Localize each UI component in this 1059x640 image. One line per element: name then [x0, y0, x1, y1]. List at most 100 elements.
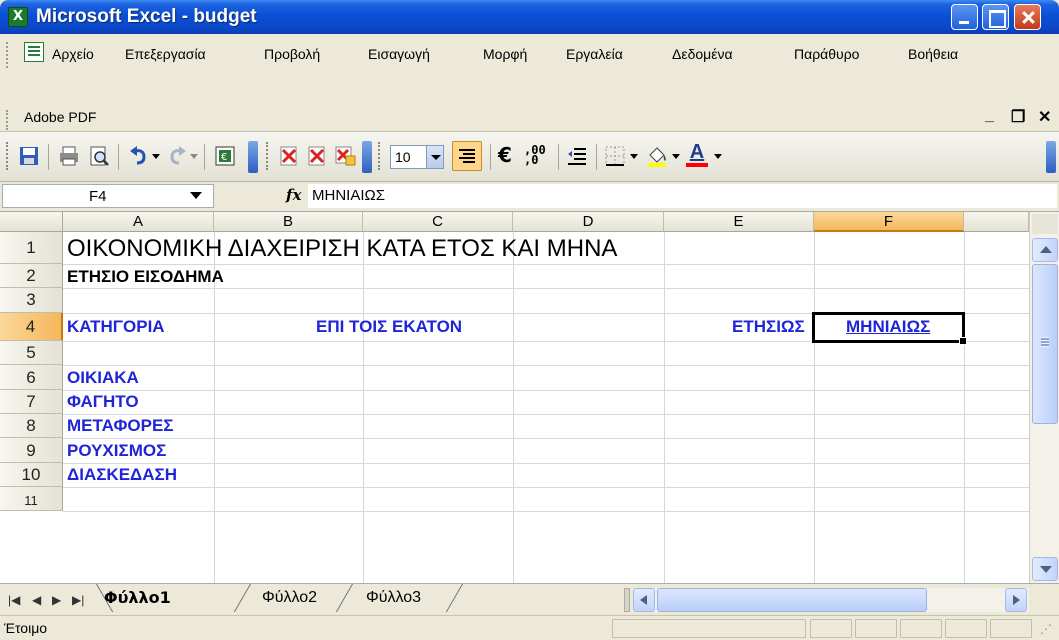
vertical-split-box[interactable] — [1032, 214, 1058, 234]
sheet-tab-3[interactable]: Φύλλο3 — [366, 589, 421, 607]
name-box-dropdown-icon[interactable] — [190, 192, 202, 199]
column-header-g[interactable] — [964, 212, 1029, 232]
sheet-tab-1[interactable]: Φύλλο1 — [104, 588, 171, 607]
name-box[interactable]: F4 — [2, 184, 214, 208]
row-header-5[interactable]: 5 — [0, 341, 63, 365]
undo-dropdown-icon[interactable] — [152, 154, 160, 159]
column-header-b[interactable]: B — [214, 212, 363, 232]
row-header-1[interactable]: 1 — [0, 232, 63, 264]
scroll-left-button[interactable] — [633, 588, 655, 612]
increase-decimal-icon[interactable]: ,00,0 — [524, 144, 546, 166]
horizontal-scroll-thumb[interactable] — [657, 588, 927, 612]
cell-a9[interactable]: ΡΟΥΧΙΣΜΟΣ — [67, 441, 166, 461]
active-cell-outline[interactable] — [812, 312, 965, 343]
excel-app-icon[interactable] — [8, 7, 28, 27]
font-color-dropdown-icon[interactable] — [714, 154, 722, 159]
toolbar-grip[interactable] — [6, 142, 8, 170]
first-sheet-icon[interactable]: |◀ — [8, 593, 20, 607]
row-header-7[interactable]: 7 — [0, 390, 63, 414]
menu-insert[interactable]: Εισαγωγή — [368, 46, 430, 62]
decrease-indent-icon[interactable] — [566, 145, 588, 167]
doc-close-icon[interactable]: ✕ — [1038, 107, 1051, 127]
minimize-button[interactable] — [951, 4, 978, 30]
next-sheet-icon[interactable]: ▶ — [52, 593, 61, 607]
redo-dropdown-icon[interactable] — [190, 154, 198, 159]
row-header-2[interactable]: 2 — [0, 264, 63, 288]
row-header-6[interactable]: 6 — [0, 365, 63, 390]
menu-file[interactable]: Αρχείο — [52, 46, 94, 62]
pdf-toolbar-chevron-icon[interactable] — [362, 141, 372, 173]
cell-a2[interactable]: ΕΤΗΣΙΟ ΕΙΣΟΔΗΜΑ — [67, 267, 224, 287]
convert-to-pdf-icon[interactable] — [278, 145, 300, 167]
menu-format[interactable]: Μορφή — [483, 46, 527, 62]
toolbar-grip-3[interactable] — [378, 142, 380, 170]
resize-grip-icon[interactable]: ⋰ — [1040, 622, 1052, 636]
scroll-right-button[interactable] — [1005, 588, 1027, 612]
doc-restore-icon[interactable]: ❐ — [1011, 107, 1025, 127]
cell-b4[interactable]: ΕΠΙ ΤΟΙΣ ΕΚΑΤΟΝ — [316, 317, 462, 337]
pdf-email-icon[interactable] — [306, 145, 328, 167]
undo-icon[interactable] — [128, 145, 150, 167]
cell-a8[interactable]: ΜΕΤΑΦΟΡΕΣ — [67, 416, 174, 436]
cell-a4[interactable]: ΚΑΤΗΓΟΡΙΑ — [67, 317, 165, 337]
pdf-review-icon[interactable] — [334, 145, 356, 167]
cell-a1[interactable]: ΟΙΚΟΝΟΜΙΚΗ ΔΙΑΧΕΙΡΙΣΗ ΚΑΤΑ ΕΤΟΣ ΚΑΙ ΜΗΝΑ — [67, 235, 617, 263]
toolbar-overflow-chevron-icon[interactable] — [1046, 141, 1056, 173]
print-preview-icon[interactable] — [88, 145, 110, 167]
title-bar[interactable]: Microsoft Excel - budget — [0, 0, 1059, 34]
column-header-a[interactable]: A — [63, 212, 214, 232]
menu-edit[interactable]: Επεξεργασία — [125, 46, 206, 62]
fill-color-dropdown-icon[interactable] — [672, 154, 680, 159]
menu-window[interactable]: Παράθυρο — [794, 46, 859, 62]
scroll-up-button[interactable] — [1032, 238, 1058, 262]
menu-view[interactable]: Προβολή — [264, 46, 320, 62]
font-size-select[interactable]: 10 — [390, 145, 444, 169]
cell-a10[interactable]: ΔΙΑΣΚΕΔΑΣΗ — [67, 465, 177, 485]
column-header-c[interactable]: C — [363, 212, 513, 232]
previous-sheet-icon[interactable]: ◀ — [32, 593, 41, 607]
doc-minimize-icon[interactable]: _ — [985, 107, 994, 125]
column-header-f[interactable]: F — [814, 212, 964, 232]
toolbar-grip-2[interactable] — [266, 142, 268, 170]
font-color-icon[interactable]: A — [686, 141, 708, 169]
menu-data[interactable]: Δεδομένα — [672, 46, 733, 62]
horizontal-scrollbar[interactable] — [633, 588, 1029, 612]
workbook-icon[interactable] — [24, 42, 44, 62]
toolbar-options-chevron-icon[interactable] — [248, 141, 258, 173]
cell-a7[interactable]: ΦΑΓΗΤΟ — [67, 392, 139, 412]
fill-handle[interactable] — [959, 337, 967, 345]
last-sheet-icon[interactable]: ▶| — [72, 593, 84, 607]
select-all-corner[interactable] — [0, 212, 63, 232]
font-size-dropdown-icon[interactable] — [426, 146, 443, 168]
vertical-scrollbar[interactable] — [1029, 212, 1059, 583]
row-header-4[interactable]: 4 — [0, 313, 63, 341]
menu-tools[interactable]: Εργαλεία — [566, 46, 623, 62]
row-header-10[interactable]: 10 — [0, 463, 63, 487]
scroll-down-button[interactable] — [1032, 557, 1058, 581]
redo-icon[interactable] — [166, 145, 188, 167]
menu-grip[interactable] — [6, 42, 8, 68]
close-button[interactable] — [1014, 4, 1041, 30]
menu-adobe-pdf[interactable]: Adobe PDF — [24, 109, 96, 125]
row-header-11[interactable]: 11 — [0, 487, 63, 511]
cell-e4[interactable]: ΕΤΗΣΙΩΣ — [732, 317, 805, 337]
tab-split-box[interactable] — [624, 588, 630, 612]
row-header-8[interactable]: 8 — [0, 414, 63, 438]
sheet-tab-2[interactable]: Φύλλο2 — [262, 589, 317, 607]
borders-tool-icon[interactable]: € — [214, 145, 236, 167]
vertical-scroll-thumb[interactable] — [1032, 264, 1058, 424]
align-right-button[interactable] — [452, 141, 482, 171]
insert-function-icon[interactable]: fx — [286, 186, 301, 204]
column-header-d[interactable]: D — [513, 212, 664, 232]
maximize-button[interactable] — [982, 4, 1009, 30]
fill-color-icon[interactable] — [646, 145, 668, 167]
save-icon[interactable] — [18, 145, 40, 167]
formula-input[interactable]: ΜΗΝΙΑΙΩΣ — [308, 184, 1057, 208]
menu-grip-2[interactable] — [6, 110, 8, 130]
print-icon[interactable] — [58, 145, 80, 167]
row-header-9[interactable]: 9 — [0, 438, 63, 463]
borders-icon[interactable] — [604, 145, 626, 167]
menu-help[interactable]: Βοήθεια — [908, 46, 958, 62]
column-header-e[interactable]: E — [664, 212, 814, 232]
euro-currency-icon[interactable]: € — [498, 143, 512, 167]
